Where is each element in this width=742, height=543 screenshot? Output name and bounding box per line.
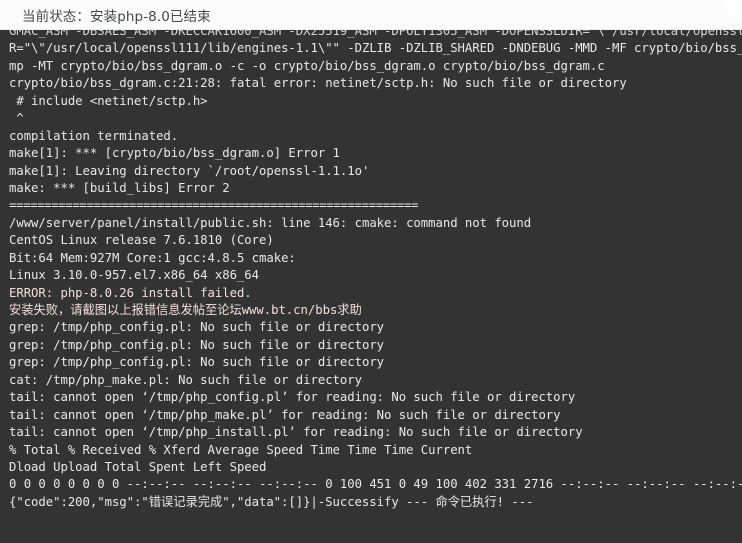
terminal-line: ERROR: php-8.0.26 install failed. — [9, 285, 252, 300]
terminal-line: 安装失败，请截图以上报错信息发帖至论坛www.bt.cn/bbs求助 — [9, 303, 362, 317]
current-status-text: 当前状态：安装php-8.0已结束 — [22, 8, 211, 25]
terminal-line: CentOS Linux release 7.6.1810 (Core) — [9, 233, 274, 248]
terminal-line: ^ — [9, 111, 24, 126]
terminal-line: crypto/bio/bss_dgram.c:21:28: fatal erro… — [9, 76, 627, 91]
terminal-line: mp -MT crypto/bio/bss_dgram.o -c -o cryp… — [9, 58, 605, 73]
terminal-line: % Total % Received % Xferd Average Speed… — [9, 442, 473, 457]
terminal-line: tail: cannot open ‘/tmp/php_config.pl’ f… — [9, 390, 576, 405]
terminal-line: make[1]: Leaving directory `/root/openss… — [9, 163, 370, 178]
terminal-line: cat: /tmp/php_make.pl: No such file or d… — [9, 372, 362, 387]
terminal-line: grep: /tmp/php_config.pl: No such file o… — [9, 337, 385, 352]
terminal-line: GMAC_ASM -DBSAES_ASM -DKECCAK1600_ASM -D… — [9, 30, 742, 38]
terminal-line: tail: cannot open ‘/tmp/php_install.pl’ … — [9, 425, 583, 440]
terminal-output-panel[interactable]: GMAC_ASM -DBSAES_ASM -DKECCAK1600_ASM -D… — [0, 30, 742, 543]
terminal-line-list: GMAC_ASM -DBSAES_ASM -DKECCAK1600_ASM -D… — [9, 30, 742, 511]
terminal-line: ========================================… — [9, 198, 419, 213]
terminal-line: grep: /tmp/php_config.pl: No such file o… — [9, 355, 385, 370]
terminal-line: 0 0 0 0 0 0 0 0 --:--:-- --:--:-- --:--:… — [9, 477, 742, 492]
status-header-bar: 当前状态：安装php-8.0已结束 — [0, 0, 742, 30]
terminal-line: grep: /tmp/php_config.pl: No such file o… — [9, 320, 385, 335]
terminal-line: make[1]: *** [crypto/bio/bss_dgram.o] Er… — [9, 146, 340, 161]
terminal-line: make: *** [build_libs] Error 2 — [9, 180, 230, 195]
terminal-line: R="\"/usr/local/openssl111/lib/engines-1… — [9, 41, 742, 56]
terminal-line: Dload Upload Total Spent Left Speed — [9, 459, 267, 474]
terminal-line: Linux 3.10.0-957.el7.x86_64 x86_64 — [9, 268, 260, 283]
terminal-line: Bit:64 Mem:927M Core:1 gcc:4.8.5 cmake: — [9, 250, 296, 265]
install-log-window: 当前状态：安装php-8.0已结束 GMAC_ASM -DBSAES_ASM -… — [0, 0, 742, 543]
terminal-line: # include <netinet/sctp.h> — [9, 93, 208, 108]
terminal-line: /www/server/panel/install/public.sh: lin… — [9, 215, 532, 230]
terminal-line: compilation terminated. — [9, 128, 179, 143]
terminal-line: {"code":200,"msg":"错误记录完成","data":[]}|-S… — [9, 494, 534, 509]
terminal-line: tail: cannot open ‘/tmp/php_make.pl’ for… — [9, 407, 561, 422]
